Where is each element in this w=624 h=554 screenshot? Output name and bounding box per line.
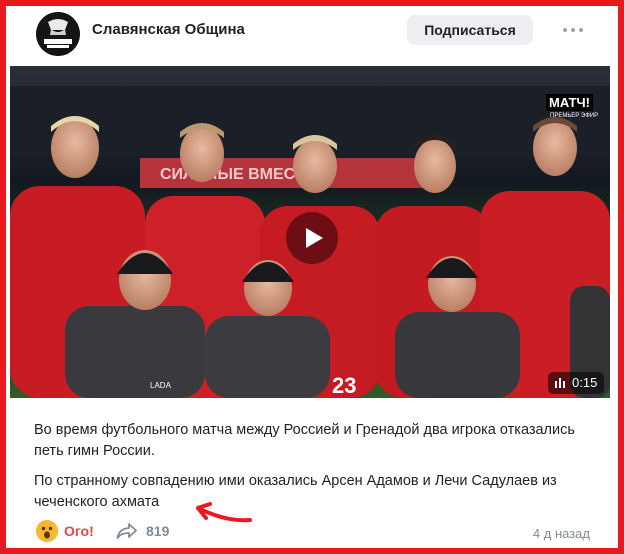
post-timestamp[interactable]: 4 д назад: [533, 526, 590, 541]
play-icon: [306, 228, 323, 248]
video-duration: 0:15: [548, 372, 605, 394]
post-header: Славянская Община Подписаться: [6, 6, 618, 66]
group-name[interactable]: Славянская Община: [92, 21, 245, 38]
surprised-emoji-icon: [36, 520, 58, 542]
reaction-button[interactable]: Ого!: [36, 520, 94, 542]
share-count: 819: [146, 523, 170, 539]
share-button[interactable]: 819: [116, 522, 169, 540]
post-paragraph-2: По странному совпадению ими оказались Ар…: [34, 473, 557, 510]
shirt-brand: LADA: [150, 381, 172, 390]
clip-icon: [555, 378, 565, 388]
video-player[interactable]: СИЛЬНЫЕ ВМЕСТЕ 23 LADA МАТЧ! ПРЕМЬЕР ЭФИ…: [10, 66, 610, 398]
reaction-label: Ого!: [64, 523, 94, 539]
post-card: Славянская Община Подписаться СИЛЬНЫЕ ВМ…: [6, 6, 618, 548]
post-paragraph-1: Во время футбольного матча между Россией…: [34, 422, 575, 459]
jersey-number: 23: [332, 373, 356, 398]
post-text: Во время футбольного матча между Россией…: [34, 420, 604, 513]
group-avatar[interactable]: [36, 12, 80, 56]
share-icon: [116, 523, 137, 539]
more-icon: [563, 28, 567, 32]
post-footer: Ого! 819 4 д назад: [6, 518, 618, 550]
subscribe-button[interactable]: Подписаться: [407, 15, 533, 45]
more-options-button[interactable]: [561, 20, 585, 40]
avatar-logo-icon: [36, 12, 80, 56]
play-button[interactable]: [286, 212, 338, 264]
channel-logo: МАТЧ! ПРЕМЬЕР ЭФИР: [546, 94, 600, 124]
